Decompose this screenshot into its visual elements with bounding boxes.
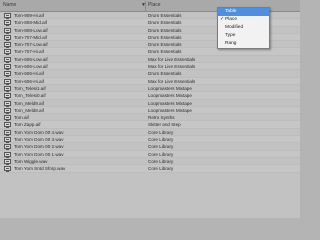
table-row[interactable]: Tom_Meld8.aif Loopmasters Mixtape — [0, 106, 300, 115]
file-place: Core Library — [148, 144, 174, 150]
file-name: Tom-606-Low.aif — [14, 64, 48, 70]
audio-file-icon — [4, 64, 11, 71]
file-place: Drum Essentials — [148, 71, 182, 77]
file-place: Loopmasters Mixtape — [148, 85, 192, 91]
file-place: Drum Essentials — [148, 20, 182, 26]
file-place: Max for Live Essentials — [148, 64, 196, 70]
audio-file-icon — [4, 27, 11, 34]
audio-file-icon — [4, 166, 11, 173]
file-name: Tom-808-Mid.aif — [14, 20, 47, 26]
file-place: Loopmasters Mixtape — [148, 107, 192, 113]
file-place: Drum Essentials — [148, 42, 182, 48]
file-place: Drum Essentials — [148, 49, 182, 55]
table-row[interactable]: Tom Wiggle.wav Core Library — [0, 158, 300, 166]
checkmark-icon: ✓ — [220, 17, 225, 22]
column-header-name[interactable]: Name — [3, 0, 16, 11]
file-place: Loopmasters Mixtape — [148, 100, 192, 106]
file-place: Drum Essentials — [148, 34, 182, 40]
menu-item-label: Modified — [225, 25, 244, 30]
audio-file-icon — [4, 56, 11, 63]
file-name: Tom Yom Dom 00 4.wav — [14, 129, 64, 135]
file-place: Core Library — [148, 158, 174, 164]
table-row[interactable]: Tom Yom Sntd Sforp.wav Core Library — [0, 165, 300, 173]
file-name: Tom_Telesi1.aif — [14, 85, 46, 91]
menu-item-table[interactable]: Table — [218, 8, 269, 16]
audio-file-icon — [4, 129, 11, 136]
audio-file-icon — [4, 144, 11, 151]
table-row[interactable]: Tom Yom Dom 00 4.wav Core Library — [0, 129, 300, 137]
file-browser: Name ▼ Place Tom-909-Hi.aif Drum Essentia… — [0, 0, 300, 218]
file-name: Tom-606-Hi.aif — [14, 71, 44, 77]
table-row[interactable]: Tom Yom Dom 00 1.wav Core Library — [0, 150, 300, 158]
audio-file-icon — [4, 107, 11, 114]
table-row[interactable]: Tom Yom Dom 00 3.wav Core Library — [0, 136, 300, 144]
menu-item-place[interactable]: ✓ Place — [218, 16, 269, 24]
file-name: Tom-808-Low.aif — [14, 27, 48, 33]
table-row[interactable]: Tom.aif Retro Synths — [0, 114, 300, 122]
file-name: Tom_Telesi0.aif — [14, 93, 46, 99]
file-place: Core Library — [148, 166, 174, 172]
file-name: Tom-606-Low.aif — [14, 56, 48, 62]
audio-file-icon — [4, 158, 11, 165]
file-name: Tom-606-Hi.aif — [14, 78, 44, 84]
file-place: Max for Live Essentials — [148, 78, 196, 84]
audio-file-icon — [4, 13, 11, 19]
file-name: Tom Wiggle.wav — [14, 158, 48, 164]
file-name: Tom-909-Hi.aif — [14, 13, 44, 18]
audio-file-icon — [4, 34, 11, 41]
file-name: Tom_Meld9.aif — [14, 100, 44, 106]
audio-file-icon — [4, 100, 11, 107]
file-place: Core Library — [148, 151, 174, 157]
file-name: Tom_Meld8.aif — [14, 107, 44, 113]
audio-file-icon — [4, 115, 11, 122]
table-row[interactable]: Tom_Telesi1.aif Loopmasters Mixtape — [0, 85, 300, 93]
menu-item-label: Type — [225, 33, 236, 38]
menu-item-label: Place — [225, 17, 237, 22]
menu-item-label: Table — [225, 9, 237, 14]
column-divider[interactable] — [145, 1, 146, 11]
file-name: Tom-707-Hi.aif — [14, 49, 44, 55]
file-name: Tom Yom Dom 00 1.wav — [14, 151, 64, 157]
file-place: Core Library — [148, 137, 174, 143]
file-place: Loopmasters Mixtape — [148, 93, 192, 99]
table-row[interactable]: Tom-606-Hi.aif Drum Essentials — [0, 70, 300, 78]
file-name: Tom-707-Low.aif — [14, 42, 48, 48]
audio-file-icon — [4, 93, 11, 100]
table-row[interactable]: Tom-606-Low.aif Max for Live Essentials — [0, 56, 300, 64]
menu-item-modified[interactable]: Modified — [218, 24, 269, 32]
file-name: Tom Yom Dom 00 3.wav — [14, 137, 64, 143]
audio-file-icon — [4, 122, 11, 129]
audio-file-icon — [4, 151, 11, 158]
table-row[interactable]: Tom-606-Hi.aif Max for Live Essentials — [0, 77, 300, 85]
table-row[interactable]: Tom-707-Hi.aif Drum Essentials — [0, 48, 300, 56]
file-place: Retro Synths — [148, 115, 175, 121]
menu-item-type[interactable]: Type — [218, 32, 269, 40]
menu-item-label: Rang — [225, 41, 237, 46]
file-name: Tom Yom Dom 00 2.wav — [14, 144, 64, 150]
table-row[interactable]: Tom_Telesi0.aif Loopmasters Mixtape — [0, 92, 300, 100]
file-place: Skitter and Step — [148, 122, 181, 128]
table-row[interactable]: Tom_Meld9.aif Loopmasters Mixtape — [0, 100, 300, 107]
audio-file-icon — [4, 20, 11, 27]
audio-file-icon — [4, 42, 11, 49]
file-name: Tom Zapp.aif — [14, 122, 41, 128]
file-place: Core Library — [148, 129, 174, 135]
column-context-menu: Table ✓ Place Modified Type Rang — [217, 7, 270, 49]
audio-file-icon — [4, 137, 11, 144]
file-place: Drum Essentials — [148, 27, 182, 33]
column-header-place[interactable]: Place — [148, 0, 161, 11]
table-row[interactable]: Tom-606-Low.aif Max for Live Essentials — [0, 63, 300, 71]
file-place: Max for Live Essentials — [148, 56, 196, 62]
file-place: Drum Essentials — [148, 13, 182, 18]
audio-file-icon — [4, 85, 11, 92]
file-name: Tom Yom Sntd Sforp.wav — [14, 166, 66, 172]
file-name: Tom.aif — [14, 115, 29, 121]
menu-item-rang[interactable]: Rang — [218, 40, 269, 48]
table-row[interactable]: Tom Yom Dom 00 2.wav Core Library — [0, 143, 300, 151]
file-name: Tom-707-Mid.aif — [14, 34, 47, 40]
table-row[interactable]: Tom Zapp.aif Skitter and Step — [0, 121, 300, 129]
audio-file-icon — [4, 78, 11, 85]
audio-file-icon — [4, 49, 11, 56]
audio-file-icon — [4, 71, 11, 78]
